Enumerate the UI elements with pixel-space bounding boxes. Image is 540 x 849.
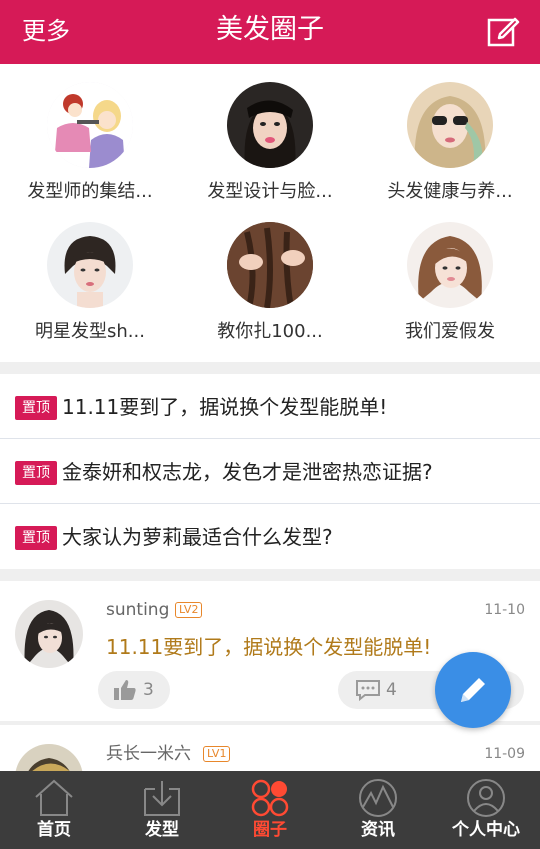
pinned-badge: 置顶 [15, 461, 57, 485]
tab-home[interactable]: 首页 [0, 771, 108, 849]
group-avatar [47, 82, 133, 168]
post-time: 11-10 [484, 602, 525, 618]
compose-icon[interactable] [486, 14, 520, 48]
pinned-title: 11.11要到了，据说换个发型能脱单! [62, 395, 388, 419]
group-avatar [227, 82, 313, 168]
pinned-item[interactable]: 置顶 11.11要到了，据说换个发型能脱单! [0, 374, 540, 439]
tab-label: 圈子 [253, 820, 287, 840]
page-title: 美发圈子 [216, 14, 324, 45]
group-label: 我们爱假发 [405, 321, 495, 342]
group-item[interactable]: 教你扎100... [180, 204, 360, 344]
group-label: 明星发型sh... [35, 321, 145, 342]
user-level-badge: LV2 [175, 602, 203, 618]
tab-hairstyle[interactable]: 发型 [108, 771, 216, 849]
group-avatar [47, 222, 133, 308]
tab-profile[interactable]: 个人中心 [432, 771, 540, 849]
group-item[interactable]: 发型设计与脸... [180, 64, 360, 204]
tab-label: 首页 [37, 820, 71, 840]
group-label: 发型师的集结... [27, 181, 153, 202]
pinned-list: 置顶 11.11要到了，据说换个发型能脱单! 置顶 金泰妍和权志龙，发色才是泄密… [0, 374, 540, 569]
post-time: 11-09 [484, 746, 525, 762]
circles-icon [251, 779, 289, 817]
comment-icon [356, 680, 380, 701]
group-avatar [407, 222, 493, 308]
bottom-tab-bar: 首页 发型 圈子 资讯 个人中心 [0, 771, 540, 849]
group-item[interactable]: 发型师的集结... [0, 64, 180, 204]
tab-circle[interactable]: 圈子 [216, 771, 324, 849]
comment-count: 4 [386, 680, 397, 700]
tab-label: 发型 [145, 820, 179, 840]
post-title[interactable]: 11.11要到了，据说换个发型能脱单! [106, 632, 431, 662]
news-wave-icon [359, 779, 397, 817]
group-label: 发型设计与脸... [207, 181, 333, 202]
user-name[interactable]: sunting [106, 598, 169, 622]
post-card[interactable]: 兵长一米六 LV1 11-09 [0, 725, 540, 771]
pinned-item[interactable]: 置顶 大家认为萝莉最适合什么发型? [0, 504, 540, 569]
pinned-title: 大家认为萝莉最适合什么发型? [62, 525, 333, 549]
user-avatar[interactable] [15, 600, 83, 668]
pinned-title: 金泰妍和权志龙，发色才是泄密热恋证据? [62, 460, 433, 484]
thumbs-up-icon [114, 680, 136, 700]
user-avatar[interactable] [15, 744, 83, 771]
user-level-badge: LV1 [203, 746, 231, 762]
new-post-fab[interactable] [435, 652, 511, 728]
pinned-badge: 置顶 [15, 526, 57, 550]
tab-label: 个人中心 [452, 820, 520, 840]
pinned-item[interactable]: 置顶 金泰妍和权志龙，发色才是泄密热恋证据? [0, 439, 540, 504]
app-header: 更多 美发圈子 [0, 0, 540, 64]
like-count: 3 [143, 680, 154, 700]
group-item[interactable]: 头发健康与养... [360, 64, 540, 204]
group-label: 教你扎100... [217, 321, 323, 342]
group-label: 头发健康与养... [387, 181, 513, 202]
user-name[interactable]: 兵长一米六 [106, 742, 191, 766]
tab-label: 资讯 [361, 820, 395, 840]
group-avatar [227, 222, 313, 308]
tab-news[interactable]: 资讯 [324, 771, 432, 849]
home-icon [35, 779, 73, 816]
group-item[interactable]: 明星发型sh... [0, 204, 180, 344]
profile-icon [467, 779, 505, 817]
group-item[interactable]: 我们爱假发 [360, 204, 540, 344]
like-button[interactable]: 3 [98, 671, 170, 709]
pencil-icon [461, 678, 485, 702]
group-avatar [407, 82, 493, 168]
group-grid: 发型师的集结... 发型设计与脸... 头发健康与养... 明星发型sh... … [0, 64, 540, 362]
pinned-badge: 置顶 [15, 396, 57, 420]
download-icon [144, 781, 180, 816]
